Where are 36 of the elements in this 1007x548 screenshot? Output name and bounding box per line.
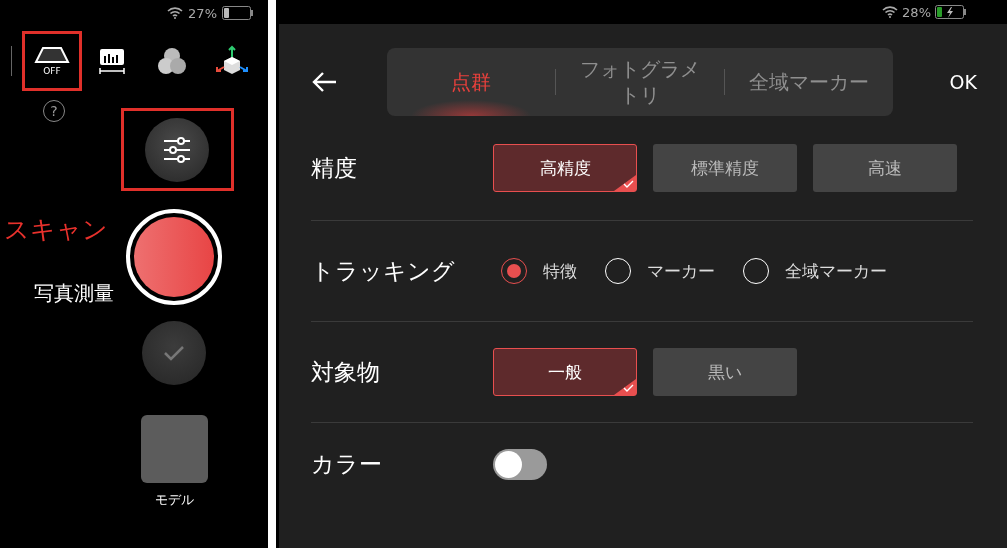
mode-tab[interactable]: フォトグラメトリ bbox=[556, 48, 724, 116]
setting-label: トラッキング bbox=[311, 256, 456, 286]
off-label: OFF bbox=[43, 66, 61, 76]
radio-label: マーカー bbox=[647, 259, 715, 283]
ok-button[interactable]: OK bbox=[949, 71, 977, 93]
model-thumbnail[interactable] bbox=[140, 415, 208, 483]
wifi-icon bbox=[882, 6, 899, 18]
battery-percent: 27% bbox=[188, 5, 217, 21]
setting-label: 対象物 bbox=[311, 357, 381, 387]
radio-label: 全域マーカー bbox=[785, 259, 887, 283]
toggle-switch[interactable] bbox=[493, 448, 547, 480]
option-button[interactable]: 黒い bbox=[653, 348, 797, 396]
mode-tab[interactable]: 全域マーカー bbox=[725, 48, 893, 116]
option-button[interactable]: 標準精度 bbox=[653, 144, 797, 192]
toolbar-button[interactable]: OFF bbox=[22, 31, 82, 91]
axes-cube-icon bbox=[215, 45, 249, 77]
check-icon bbox=[163, 345, 185, 361]
model-label: モデル bbox=[154, 491, 194, 509]
corner-check-icon bbox=[614, 379, 636, 395]
setting-label: カラー bbox=[311, 449, 383, 479]
mode-option[interactable]: 写真測量 bbox=[34, 280, 114, 307]
option-button[interactable]: 一般 bbox=[493, 348, 637, 396]
battery-percent: 28% bbox=[902, 4, 931, 20]
trapezoid-icon bbox=[34, 46, 70, 64]
option-button[interactable]: 高速 bbox=[813, 144, 957, 192]
battery-icon bbox=[222, 6, 254, 20]
setting-label: 精度 bbox=[311, 153, 358, 183]
corner-check-icon bbox=[614, 175, 636, 191]
radio-label: 特徴 bbox=[543, 259, 577, 283]
circles-icon bbox=[157, 47, 187, 75]
back-arrow-icon[interactable] bbox=[311, 71, 337, 93]
sliders-icon bbox=[163, 136, 191, 163]
option-button[interactable]: 高精度 bbox=[493, 144, 637, 192]
wifi-icon bbox=[167, 7, 184, 19]
mode-option[interactable]: スキャン bbox=[4, 213, 108, 246]
ruler-icon bbox=[99, 48, 125, 74]
